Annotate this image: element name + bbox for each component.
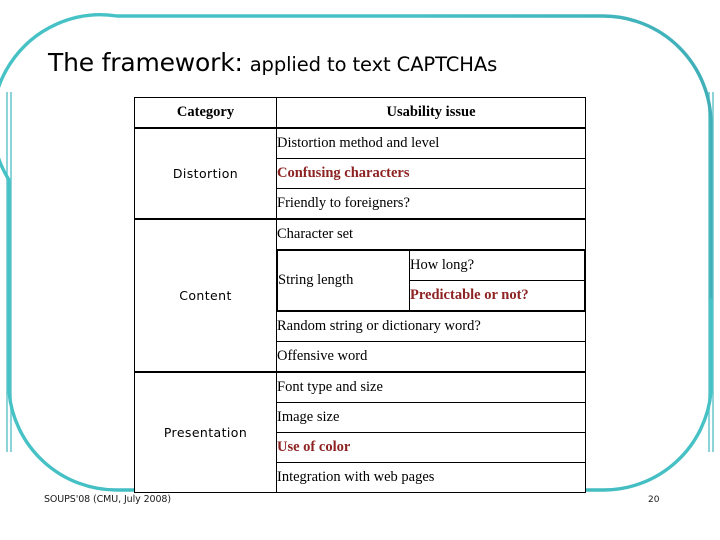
issue-cell-highlighted: Confusing characters bbox=[276, 158, 586, 189]
table-row: Presentation Font type and size bbox=[134, 371, 586, 493]
category-cell-distortion: Distortion bbox=[134, 127, 277, 220]
table-row: Distortion Distortion method and level bbox=[134, 127, 586, 220]
category-cell-presentation: Presentation bbox=[134, 371, 277, 493]
issue-cell: Random string or dictionary word? bbox=[276, 311, 586, 342]
nested-sub-table: String length How long? Predictable or n… bbox=[277, 250, 585, 311]
issue-cell: Integration with web pages bbox=[276, 462, 586, 493]
framework-table: Category Usability issue Distortion Dist… bbox=[134, 97, 586, 493]
column-header-usability-issue: Usability issue bbox=[276, 97, 586, 129]
sub-label-string-length: String length bbox=[277, 250, 410, 311]
issue-cell: Font type and size bbox=[276, 371, 586, 403]
page-number: 20 bbox=[648, 495, 660, 505]
nested-sub-table-body: String length How long? Predictable or n… bbox=[277, 250, 585, 311]
sub-issue-cell-highlighted: Predictable or not? bbox=[409, 280, 585, 311]
nested-row: String length How long? bbox=[277, 250, 585, 311]
sub-issue-cell: How long? bbox=[409, 250, 585, 281]
issue-cell-highlighted: Use of color bbox=[276, 432, 586, 463]
issue-cell: Distortion method and level bbox=[276, 127, 586, 159]
table-header-row: Category Usability issue bbox=[134, 97, 586, 129]
issue-cell: Friendly to foreigners? bbox=[276, 188, 586, 220]
page-title-main: The framework: bbox=[48, 48, 243, 77]
issue-cell: Image size bbox=[276, 402, 586, 433]
category-cell-content: Content bbox=[134, 218, 277, 373]
page-title: The framework: applied to text CAPTCHAs bbox=[48, 48, 668, 92]
table-row: Content Character set bbox=[134, 218, 586, 373]
column-header-category: Category bbox=[134, 97, 277, 129]
framework-table-body: Category Usability issue Distortion Dist… bbox=[134, 97, 586, 493]
issue-cell: Character set bbox=[276, 218, 586, 250]
issue-cell: Offensive word bbox=[276, 341, 586, 373]
footer-conference-label: SOUPS'08 (CMU, July 2008) bbox=[44, 494, 171, 505]
issue-cell-string-length: String length How long? Predictable or n… bbox=[276, 249, 586, 312]
page-title-subtitle: applied to text CAPTCHAs bbox=[249, 53, 498, 76]
